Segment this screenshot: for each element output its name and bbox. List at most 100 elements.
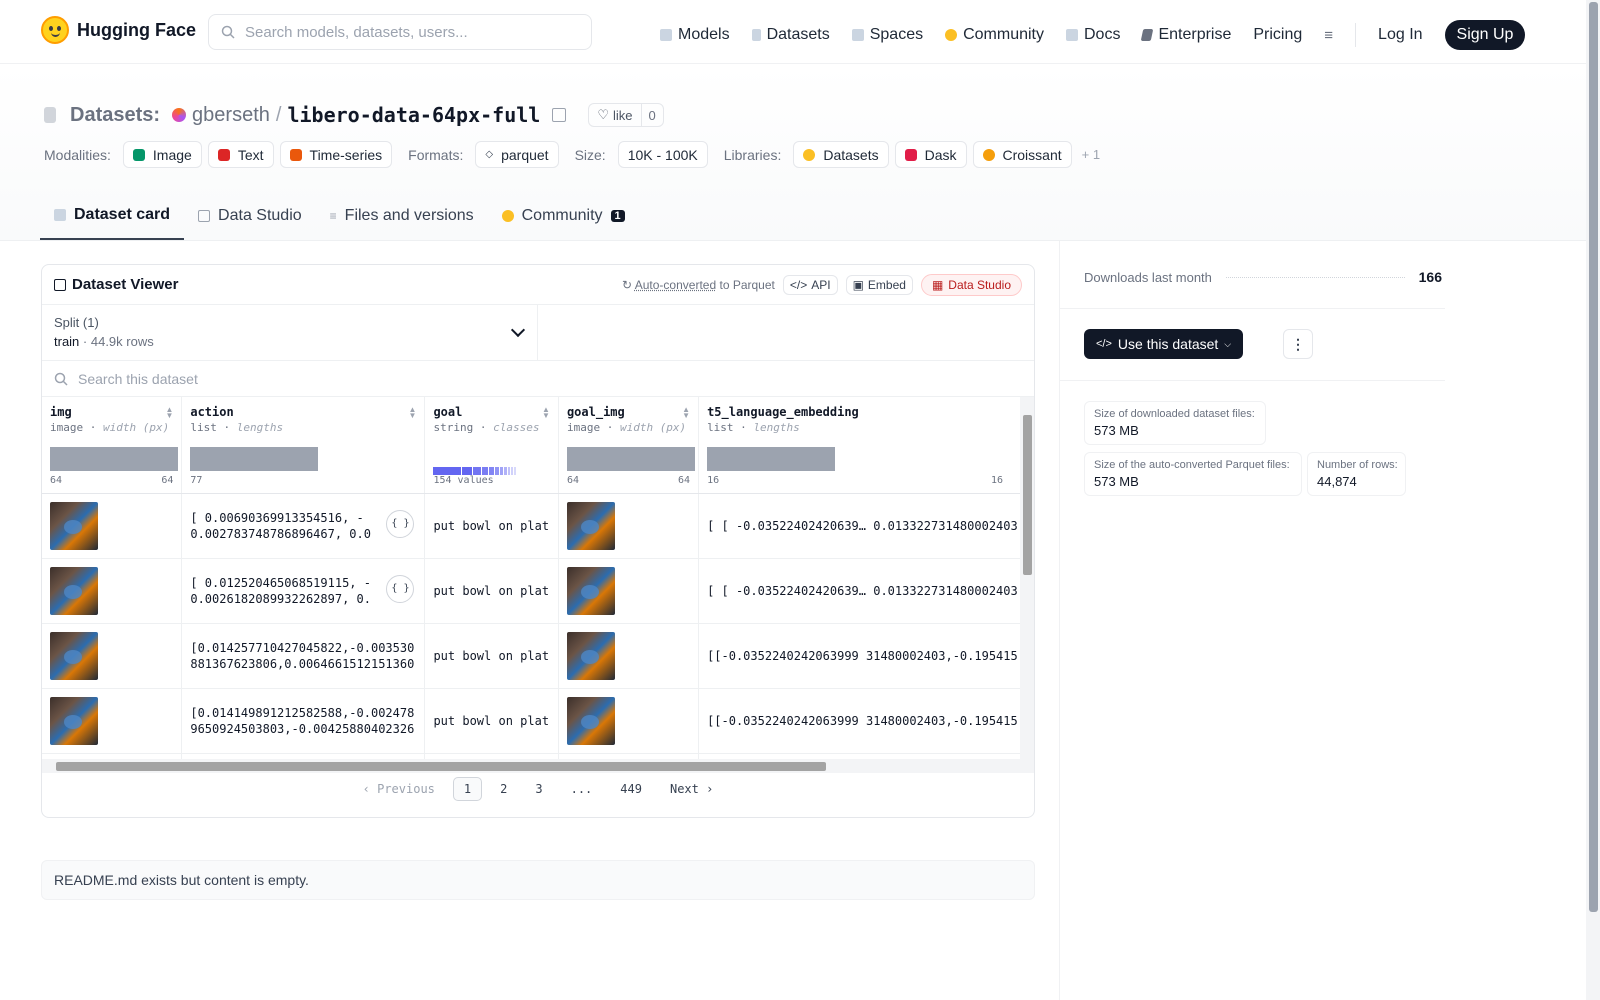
nav-docs[interactable]: Docs xyxy=(1066,26,1120,44)
page-3[interactable]: 3 xyxy=(525,778,552,800)
signup-button[interactable]: Sign Up xyxy=(1444,20,1526,50)
page-2[interactable]: 2 xyxy=(490,778,517,800)
sort-icon[interactable]: ▲ ▼ xyxy=(542,406,550,420)
global-search[interactable] xyxy=(208,14,592,50)
json-view-button[interactable]: { } xyxy=(386,574,415,603)
action-cell[interactable]: [0.014149891212582588,-0.002478965092450… xyxy=(190,705,416,737)
tag-datasets[interactable]: Datasets xyxy=(793,141,889,168)
table-row[interactable]: [ 0.00690369913354516, -0.00278374878689… xyxy=(42,493,1034,559)
action-cell[interactable]: [0.014257710427045822,-0.003530881367623… xyxy=(190,640,416,672)
column-header-action[interactable]: action list · lengths ▲ ▼ 77 xyxy=(181,397,426,494)
repo-owner[interactable]: gberseth xyxy=(192,104,270,127)
tag-parquet-label: parquet xyxy=(501,146,549,163)
embedding-cell[interactable]: [[-0.0352240242063999 31480002403,-0.195… xyxy=(707,648,1025,664)
column-header-goal-img[interactable]: goal_img image · width (px) ▲ ▼ 64 64 xyxy=(558,397,700,494)
tag-time-series[interactable]: Time-series xyxy=(279,141,393,168)
embed-label: Embed xyxy=(867,277,906,292)
nav-community[interactable]: Community xyxy=(945,26,1044,44)
login-link[interactable]: Log In xyxy=(1378,26,1422,44)
previous-page-button[interactable]: ‹ Previous xyxy=(353,778,445,800)
nav-models[interactable]: Models xyxy=(660,26,730,44)
tag-text[interactable]: Text xyxy=(207,141,274,168)
tab-data-studio[interactable]: Data Studio xyxy=(184,192,316,240)
sort-icon[interactable]: ▲ ▼ xyxy=(409,406,417,420)
image-thumbnail[interactable] xyxy=(50,696,98,745)
api-button[interactable]: </> API xyxy=(782,274,838,295)
embedding-cell[interactable]: [ [ -0.03522402420639… 0.013322731480002… xyxy=(707,518,1025,534)
column-name: action xyxy=(190,405,234,419)
histogram-bar[interactable] xyxy=(707,447,836,471)
dataset-search[interactable] xyxy=(42,361,1034,397)
action-cell[interactable]: [ 0.00690369913354516, -0.00278374878689… xyxy=(190,510,376,542)
copy-icon[interactable] xyxy=(552,108,567,122)
brand-logo[interactable]: Hugging Face xyxy=(41,16,196,44)
tag-dask[interactable]: Dask xyxy=(894,141,967,168)
more-tags[interactable]: + 1 xyxy=(1082,147,1100,162)
histogram-bar[interactable] xyxy=(50,447,178,471)
class-distribution-bar[interactable] xyxy=(433,467,517,475)
goal-image-thumbnail[interactable] xyxy=(566,631,615,680)
dataset-viewer: Dataset Viewer ↻ Auto-converted to Parqu… xyxy=(41,264,1035,818)
auto-converted-link[interactable]: Auto-converted xyxy=(635,278,716,292)
nav-datasets[interactable]: Datasets xyxy=(751,26,830,44)
image-thumbnail[interactable] xyxy=(50,631,98,680)
goal-cell[interactable]: put bowl on plat xyxy=(433,518,550,534)
repo-name[interactable]: libero-data-64px-full xyxy=(287,103,540,127)
column-name: t5_language_embedding xyxy=(707,405,859,419)
image-icon xyxy=(132,148,145,161)
more-options-button[interactable]: ⋮ xyxy=(1283,329,1313,359)
column-header-t5-embedding[interactable]: t5_language_embedding list · lengths 16 1… xyxy=(698,397,1034,494)
image-thumbnail[interactable] xyxy=(50,501,98,550)
tab-dataset-card[interactable]: Dataset card xyxy=(40,192,185,240)
sort-icon[interactable]: ▲ ▼ xyxy=(165,406,173,420)
goal-image-thumbnail[interactable] xyxy=(566,501,615,550)
tab-community[interactable]: Community 1 xyxy=(488,192,639,240)
next-page-button[interactable]: Next › xyxy=(660,778,723,800)
embed-button[interactable]: ▣ Embed xyxy=(845,274,913,295)
split-selector[interactable]: Split (1) train · 44.9k rows xyxy=(42,305,538,360)
like-button[interactable]: ♡ like 0 xyxy=(588,103,664,127)
embedding-cell[interactable]: [ [ -0.03522402420639… 0.013322731480002… xyxy=(707,583,1025,599)
size-parquet-label: Size of the auto-converted Parquet files… xyxy=(1094,459,1290,471)
table-row[interactable]: [ 0.012520465068519115, -0.0026182089932… xyxy=(42,558,1034,624)
goal-cell[interactable]: put bowl on plat xyxy=(433,583,550,599)
page-scrollbar[interactable] xyxy=(1586,0,1600,1000)
histogram-bar[interactable] xyxy=(190,447,319,471)
table-row[interactable]: [0.014257710427045822,-0.003530881367623… xyxy=(42,623,1034,689)
data-studio-button[interactable]: ▦ Data Studio xyxy=(920,273,1022,296)
menu-icon[interactable]: ≡ xyxy=(1324,27,1333,44)
nav-pricing[interactable]: Pricing xyxy=(1253,26,1302,44)
goal-cell[interactable]: put bowl on plat xyxy=(433,713,550,729)
json-view-button[interactable]: { } xyxy=(386,509,415,538)
horizontal-scrollbar[interactable] xyxy=(42,759,1022,773)
nav-enterprise[interactable]: Enterprise xyxy=(1141,26,1231,44)
tag-croissant[interactable]: Croissant xyxy=(972,141,1072,168)
next-label: Next xyxy=(669,782,699,796)
page-1[interactable]: 1 xyxy=(452,777,483,801)
tab-files[interactable]: ≡ Files and versions xyxy=(316,192,488,240)
tag-dask-label: Dask xyxy=(924,146,957,163)
goal-image-thumbnail[interactable] xyxy=(566,696,615,745)
image-thumbnail[interactable] xyxy=(50,566,98,615)
goal-cell[interactable]: put bowl on plat xyxy=(433,648,550,664)
tag-size[interactable]: 10K - 100K xyxy=(617,141,708,168)
histogram-bar[interactable] xyxy=(566,447,695,471)
column-type: image xyxy=(50,421,84,434)
vertical-scrollbar[interactable] xyxy=(1020,397,1034,773)
global-search-input[interactable] xyxy=(245,23,565,41)
table-row[interactable]: [0.014149891212582588,-0.002478965092450… xyxy=(42,688,1034,754)
column-header-goal[interactable]: goal string · classes ▲ ▼ 154 values xyxy=(424,397,559,494)
use-dataset-button[interactable]: </> Use this dataset ⌵ xyxy=(1084,329,1244,359)
sort-icon[interactable]: ▲ ▼ xyxy=(682,406,690,420)
action-cell[interactable]: [ 0.012520465068519115, -0.0026182089932… xyxy=(190,575,376,607)
tag-parquet[interactable]: ◇ parquet xyxy=(475,141,559,168)
column-header-img[interactable]: img image · width (px) ▲ ▼ 64 64 xyxy=(42,397,183,494)
page-last[interactable]: 449 xyxy=(610,778,652,800)
embedding-cell[interactable]: [[-0.0352240242063999 31480002403,-0.195… xyxy=(707,713,1025,729)
nav-spaces[interactable]: Spaces xyxy=(851,26,923,44)
repo-type[interactable]: Datasets: xyxy=(70,104,160,127)
auto-converted-note[interactable]: ↻ Auto-converted to Parquet xyxy=(622,278,775,292)
goal-image-thumbnail[interactable] xyxy=(566,566,615,615)
dataset-search-input[interactable] xyxy=(78,370,478,387)
tag-image[interactable]: Image xyxy=(122,141,202,168)
